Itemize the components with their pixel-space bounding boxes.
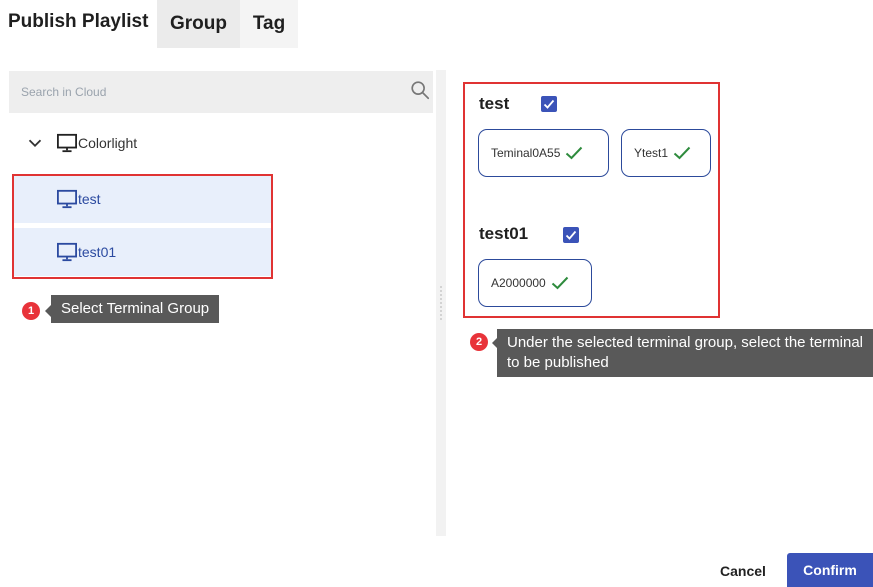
- tree-item-test01[interactable]: test01: [14, 228, 272, 276]
- monitor-icon: [57, 133, 77, 153]
- tooltip-select-terminal: Under the selected terminal group, selec…: [497, 329, 873, 377]
- tree-item-label: test: [78, 191, 101, 207]
- confirm-button[interactable]: Confirm: [787, 553, 873, 587]
- terminal-chip-ytest1[interactable]: Ytest1: [621, 129, 711, 177]
- group-checkbox-test[interactable]: [541, 96, 557, 112]
- chevron-down-icon[interactable]: [24, 132, 46, 154]
- tree-root-colorlight[interactable]: Colorlight: [24, 128, 324, 158]
- monitor-icon: [57, 242, 77, 262]
- tree-item-test[interactable]: test: [14, 175, 272, 223]
- search-box: [9, 71, 433, 113]
- tree-root-label: Colorlight: [78, 135, 138, 151]
- drag-handle-icon[interactable]: [439, 285, 443, 321]
- group-title-test: test: [479, 94, 510, 113]
- search-icon[interactable]: [409, 79, 431, 101]
- tab-tag[interactable]: Tag: [240, 0, 298, 48]
- group-checkbox-test01[interactable]: [563, 227, 579, 243]
- cancel-button[interactable]: Cancel: [715, 556, 771, 587]
- page-title: Publish Playlist: [8, 11, 149, 32]
- check-icon: [673, 146, 691, 160]
- terminal-chip-teminal0a55[interactable]: Teminal0A55: [478, 129, 609, 177]
- monitor-icon: [57, 189, 77, 209]
- search-input[interactable]: [9, 71, 389, 113]
- step-badge-2: 2: [470, 333, 488, 351]
- group-title-test01: test01: [479, 224, 529, 243]
- step-badge-1: 1: [22, 302, 40, 320]
- terminal-chip-a2000000[interactable]: A2000000: [478, 259, 592, 307]
- tooltip-select-group: Select Terminal Group: [51, 295, 220, 323]
- check-icon: [566, 146, 583, 160]
- terminal-name: Ytest1: [634, 146, 669, 160]
- terminal-name: A2000000: [491, 276, 546, 290]
- tree-item-label: test01: [78, 244, 117, 260]
- terminal-name: Teminal0A55: [491, 146, 561, 160]
- check-icon: [551, 276, 568, 290]
- tab-group[interactable]: Group: [157, 0, 240, 48]
